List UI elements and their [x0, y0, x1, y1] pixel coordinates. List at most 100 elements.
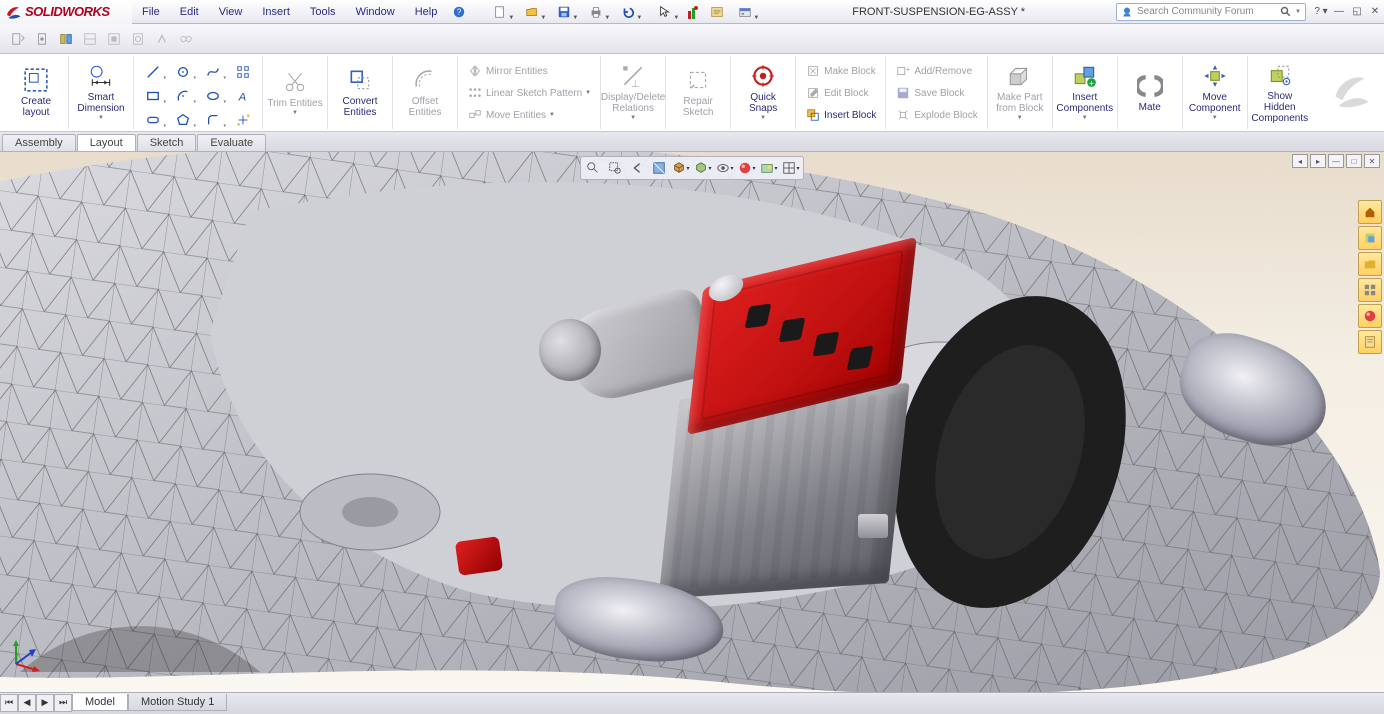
macro-btn-7[interactable] [151, 28, 173, 50]
task-tab-appearances[interactable] [1358, 304, 1382, 328]
make-part-from-block-button[interactable]: Make Part from Block▼ [992, 56, 1048, 128]
menu-window[interactable]: Window [346, 2, 405, 22]
slot-tool-button[interactable]: ▾ [140, 110, 166, 130]
convert-entities-button[interactable]: Convert Entities [332, 56, 388, 128]
bottom-tab-nav: ⏮ ◀ ▶ ⏭ [0, 694, 72, 712]
task-tab-view-palette[interactable] [1358, 278, 1382, 302]
undo-button[interactable]: ▼ [613, 1, 643, 23]
restore-button[interactable]: ◱ [1348, 4, 1366, 20]
macro-btn-5[interactable] [103, 28, 125, 50]
rect-pattern-icon[interactable] [230, 62, 256, 82]
vp-minimize-button[interactable]: — [1328, 154, 1344, 168]
menu-insert[interactable]: Insert [252, 2, 300, 22]
tab-next-button[interactable]: ▶ [36, 694, 54, 712]
polygon-tool-button[interactable]: ▾ [170, 110, 196, 130]
vp-maximize-button[interactable]: □ [1346, 154, 1362, 168]
hood-badge [858, 514, 888, 538]
spline-tool-button[interactable]: ▾ [200, 62, 226, 82]
menu-view[interactable]: View [209, 2, 253, 22]
tab-last-button[interactable]: ⏭ [54, 694, 72, 712]
previous-view-button[interactable] [626, 158, 648, 178]
offset-entities-button[interactable]: Offset Entities [397, 56, 453, 128]
rectangle-tool-button[interactable]: ▾ [140, 86, 166, 106]
new-document-button[interactable]: ▼ [485, 1, 515, 23]
macro-btn-1[interactable] [7, 28, 29, 50]
text-tool-button[interactable]: A [230, 86, 256, 106]
menu-tools[interactable]: Tools [300, 2, 346, 22]
vp-next-button[interactable]: ▸ [1310, 154, 1326, 168]
graphics-viewport[interactable]: ▾ ▾ ▾ ▾ ▾ ▾ ◂ ▸ — □ ✕ [0, 152, 1384, 692]
bottom-tab-motion-study[interactable]: Motion Study 1 [128, 694, 227, 711]
mirror-entities-button[interactable]: Mirror Entities [464, 62, 594, 80]
help-dropdown-button[interactable]: ? ▾ [1312, 4, 1330, 20]
save-block-button[interactable]: Save Block [892, 84, 980, 102]
task-tab-design-library[interactable] [1358, 226, 1382, 250]
create-layout-button[interactable]: Create layout [8, 56, 64, 128]
macro-btn-2[interactable] [31, 28, 53, 50]
tab-layout[interactable]: Layout [77, 134, 136, 151]
tab-prev-button[interactable]: ◀ [18, 694, 36, 712]
hide-show-items-button[interactable]: ▾ [714, 158, 736, 178]
line-tool-button[interactable]: ▾ [140, 62, 166, 82]
make-block-button[interactable]: Make Block [802, 62, 879, 80]
macro-btn-4[interactable] [79, 28, 101, 50]
display-style-button[interactable]: ▾ [692, 158, 714, 178]
explode-block-button[interactable]: Explode Block [892, 106, 980, 124]
move-entities-button[interactable]: Move Entities▼ [464, 106, 594, 124]
file-properties-button[interactable] [706, 1, 728, 23]
save-document-button[interactable]: ▼ [549, 1, 579, 23]
section-view-button[interactable] [648, 158, 670, 178]
vp-close-button[interactable]: ✕ [1364, 154, 1380, 168]
print-button[interactable]: ▼ [581, 1, 611, 23]
options-button[interactable]: ▼ [730, 1, 760, 23]
edit-appearance-button[interactable]: ▾ [736, 158, 758, 178]
display-delete-relations-button[interactable]: ⊥ Display/Delete Relations▼ [605, 56, 661, 128]
task-tab-file-explorer[interactable] [1358, 252, 1382, 276]
task-tab-custom-properties[interactable] [1358, 330, 1382, 354]
linear-sketch-pattern-button[interactable]: Linear Sketch Pattern▼ [464, 84, 594, 102]
menu-file[interactable]: File [132, 2, 170, 22]
open-document-button[interactable]: ▼ [517, 1, 547, 23]
macro-btn-3[interactable] [55, 28, 77, 50]
view-settings-button[interactable]: ▾ [780, 158, 802, 178]
ellipse-tool-button[interactable]: ▾ [200, 86, 226, 106]
repair-sketch-button[interactable]: Repair Sketch [670, 56, 726, 128]
zoom-to-area-button[interactable] [604, 158, 626, 178]
trim-entities-button[interactable]: Trim Entities▼ [267, 56, 323, 128]
circle-tool-button[interactable]: ▾ [170, 62, 196, 82]
apply-scene-button[interactable]: ▾ [758, 158, 780, 178]
tab-evaluate[interactable]: Evaluate [197, 134, 266, 151]
smart-dimension-button[interactable]: Smart Dimension▼ [73, 56, 129, 128]
fillet-tool-button[interactable]: ▾ [200, 110, 226, 130]
arc-tool-button[interactable]: ▾ [170, 86, 196, 106]
tab-sketch[interactable]: Sketch [137, 134, 197, 151]
reference-triad[interactable] [8, 632, 48, 672]
view-orientation-button[interactable]: ▾ [670, 158, 692, 178]
close-button[interactable]: ✕ [1366, 4, 1384, 20]
show-hidden-components-button[interactable]: Show Hidden Components [1252, 56, 1308, 128]
add-remove-button[interactable]: +Add/Remove [892, 62, 980, 80]
select-button[interactable]: ▼ [650, 1, 680, 23]
menu-help[interactable]: Help [405, 2, 448, 22]
point-tool-button[interactable] [230, 110, 256, 130]
edit-block-button[interactable]: Edit Block [802, 84, 879, 102]
macro-btn-8[interactable] [175, 28, 197, 50]
bottom-tab-model[interactable]: Model [72, 694, 128, 711]
minimize-button[interactable]: — [1330, 4, 1348, 20]
rebuild-button[interactable] [682, 1, 704, 23]
search-icon[interactable] [1280, 6, 1292, 18]
zoom-to-fit-button[interactable] [582, 158, 604, 178]
insert-block-button[interactable]: Insert Block [802, 106, 879, 124]
tab-assembly[interactable]: Assembly [2, 134, 76, 151]
tab-first-button[interactable]: ⏮ [0, 694, 18, 712]
quick-snaps-button[interactable]: Quick Snaps▼ [735, 56, 791, 128]
menu-edit[interactable]: Edit [170, 2, 209, 22]
macro-btn-6[interactable] [127, 28, 149, 50]
insert-components-button[interactable]: + Insert Components▼ [1057, 56, 1113, 128]
mate-button[interactable]: Mate [1122, 56, 1178, 128]
search-box[interactable]: Search Community Forum ▼ [1116, 3, 1306, 21]
move-component-button[interactable]: Move Component▼ [1187, 56, 1243, 128]
help-balloon-button[interactable]: ? [448, 1, 470, 23]
vp-prev-button[interactable]: ◂ [1292, 154, 1308, 168]
task-tab-resources[interactable] [1358, 200, 1382, 224]
